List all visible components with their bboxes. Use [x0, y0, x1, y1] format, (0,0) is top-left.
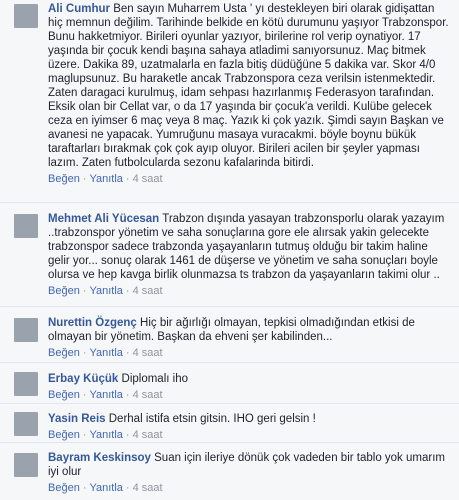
timestamp[interactable]: 4 saat: [133, 482, 163, 494]
reply-link[interactable]: Yanıtla: [89, 347, 122, 359]
comment-text: Derhal istifa etsin gitsin. IHO geri gel…: [108, 413, 316, 425]
reply-link[interactable]: Yanıtla: [89, 429, 122, 441]
divider: [0, 306, 459, 307]
like-link[interactable]: Beğen: [48, 173, 80, 185]
avatar[interactable]: [14, 318, 38, 342]
divider: [0, 202, 459, 203]
comment-text-block: Mehmet Ali Yücesan Trabzon dışında yasay…: [48, 212, 451, 282]
author-name[interactable]: Nurettin Özgenç: [48, 317, 137, 329]
comment-text-block: Bayram Keskinsoy Suan için ileriye dönük…: [48, 451, 451, 479]
comment: Erbay Küçük Diplomalı iho Beğen · Yanıtla ·…: [0, 370, 459, 404]
avatar[interactable]: [14, 214, 38, 238]
like-link[interactable]: Beğen: [48, 389, 80, 401]
comment-list: Ali Cumhur Ben sayın Muharrem Usta ' yı …: [0, 0, 459, 500]
comment-actions: Beğen · Yanıtla · 4 saat: [48, 285, 163, 297]
reply-link[interactable]: Yanıtla: [89, 285, 122, 297]
comment-text-block: Yasin Reis Derhal istifa etsin gitsin. I…: [48, 412, 451, 426]
comment-actions: Beğen · Yanıtla · 4 saat: [48, 173, 163, 185]
avatar[interactable]: [14, 412, 38, 436]
reply-link[interactable]: Yanıtla: [89, 389, 122, 401]
comment-text: Ben sayın Muharrem Usta ' yı destekleyen…: [48, 3, 449, 169]
like-link[interactable]: Beğen: [48, 347, 80, 359]
avatar[interactable]: [14, 453, 38, 477]
like-link[interactable]: Beğen: [48, 285, 80, 297]
comment-actions: Beğen · Yanıtla · 4 saat: [48, 482, 163, 494]
timestamp[interactable]: 4 saat: [133, 173, 163, 185]
comment-text: Diplomalı iho: [121, 373, 188, 385]
divider: [0, 362, 459, 363]
timestamp[interactable]: 4 saat: [133, 285, 163, 297]
comment-actions: Beğen · Yanıtla · 4 saat: [48, 429, 163, 441]
like-link[interactable]: Beğen: [48, 482, 80, 494]
author-name[interactable]: Yasin Reis: [48, 413, 106, 425]
avatar[interactable]: [14, 372, 38, 396]
author-name[interactable]: Mehmet Ali Yücesan: [48, 213, 159, 225]
comment-actions: Beğen · Yanıtla · 4 saat: [48, 347, 163, 359]
comment: Nurettin Özgenç Hiç bir ağırlığı olmayan…: [0, 314, 459, 366]
like-link[interactable]: Beğen: [48, 429, 80, 441]
comment: Ali Cumhur Ben sayın Muharrem Usta ' yı …: [0, 0, 459, 192]
comment-actions: Beğen · Yanıtla · 4 saat: [48, 389, 163, 401]
reply-link[interactable]: Yanıtla: [89, 482, 122, 494]
avatar[interactable]: [14, 4, 38, 28]
divider: [0, 442, 459, 443]
timestamp[interactable]: 4 saat: [133, 347, 163, 359]
timestamp[interactable]: 4 saat: [133, 389, 163, 401]
divider: [0, 403, 459, 404]
comment: Mehmet Ali Yücesan Trabzon dışında yasay…: [0, 210, 459, 310]
comment: Bayram Keskinsoy Suan için ileriye dönük…: [0, 449, 459, 499]
comment-text-block: Nurettin Özgenç Hiç bir ağırlığı olmayan…: [48, 316, 451, 344]
author-name[interactable]: Erbay Küçük: [48, 373, 118, 385]
author-name[interactable]: Ali Cumhur: [48, 3, 110, 15]
author-name[interactable]: Bayram Keskinsoy: [48, 452, 151, 464]
comment-text-block: Erbay Küçük Diplomalı iho: [48, 372, 451, 386]
timestamp[interactable]: 4 saat: [133, 429, 163, 441]
comment: Yasin Reis Derhal istifa etsin gitsin. I…: [0, 410, 459, 444]
reply-link[interactable]: Yanıtla: [89, 173, 122, 185]
comment-text-block: Ali Cumhur Ben sayın Muharrem Usta ' yı …: [48, 2, 451, 170]
